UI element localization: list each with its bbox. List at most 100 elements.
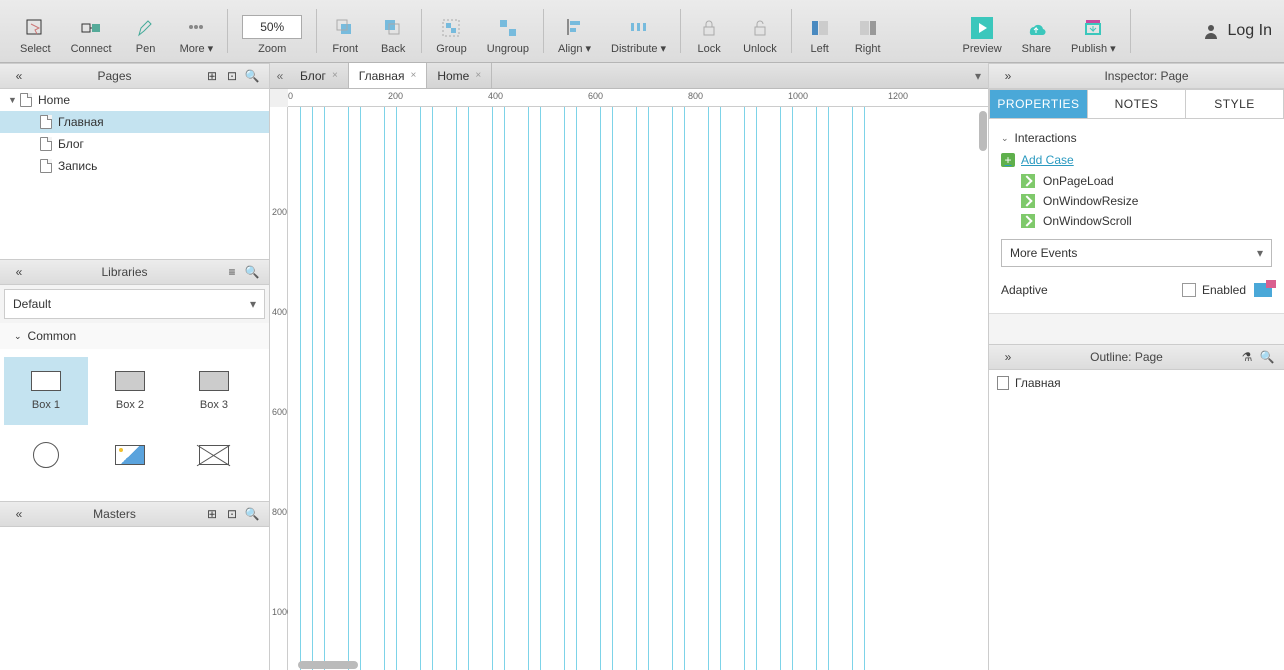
library-section[interactable]: ⌄Common: [0, 323, 269, 349]
close-icon[interactable]: ×: [475, 70, 481, 81]
distribute-tool[interactable]: Distribute ▾: [603, 5, 674, 57]
tab-2[interactable]: Home×: [427, 63, 492, 88]
inspector-header: » Inspector: Page: [989, 63, 1284, 89]
back-tool[interactable]: Back: [371, 5, 415, 57]
tab-notes[interactable]: NOTES: [1087, 89, 1185, 119]
add-page-icon[interactable]: ⊞: [203, 67, 221, 85]
ellipse-icon: [33, 442, 59, 468]
interactions-section[interactable]: ⌄Interactions: [1001, 127, 1272, 149]
front-tool[interactable]: Front: [323, 5, 367, 57]
chevron-down-icon: ▼: [8, 95, 18, 105]
lib-box1[interactable]: Box 1: [4, 357, 88, 425]
tab-label: PROPERTIES: [997, 97, 1079, 111]
pen-tool[interactable]: Pen: [124, 5, 168, 57]
collapse-icon[interactable]: «: [10, 263, 28, 281]
group-tool[interactable]: Group: [428, 5, 475, 57]
event-label: OnWindowResize: [1043, 194, 1138, 208]
ruler-tick: 1200: [888, 91, 908, 101]
zoom-tool[interactable]: 50% Zoom: [234, 5, 310, 57]
lib-box2[interactable]: Box 2: [88, 357, 172, 425]
lib-item-label: Box 2: [116, 399, 144, 411]
distribute-icon: [628, 16, 650, 38]
lock-tool[interactable]: Lock: [687, 5, 731, 57]
collapse-icon[interactable]: »: [999, 348, 1017, 366]
tab-style[interactable]: STYLE: [1185, 89, 1284, 119]
lib-box3[interactable]: Box 3: [172, 357, 256, 425]
event-onwindowresize[interactable]: OnWindowResize: [1001, 191, 1272, 211]
filter-icon[interactable]: ⚗: [1238, 348, 1256, 366]
login-button[interactable]: Log In: [1202, 22, 1272, 40]
tab-properties[interactable]: PROPERTIES: [989, 89, 1087, 119]
collapse-icon[interactable]: «: [10, 67, 28, 85]
tree-item-label: Запись: [58, 159, 97, 173]
tree-item-1[interactable]: Блог: [0, 133, 269, 155]
preview-button[interactable]: Preview: [955, 5, 1010, 57]
library-section-label: Common: [28, 329, 77, 343]
menu-icon[interactable]: ≡: [223, 263, 241, 281]
inspector-tabs: PROPERTIES NOTES STYLE: [989, 89, 1284, 119]
lib-ellipse[interactable]: [4, 425, 88, 493]
ungroup-tool[interactable]: Ungroup: [479, 5, 537, 57]
back-icon: [382, 17, 404, 39]
close-icon[interactable]: ×: [410, 70, 416, 81]
adaptive-label: Adaptive: [1001, 283, 1048, 297]
canvas[interactable]: [288, 107, 988, 670]
lib-placeholder[interactable]: [172, 425, 256, 493]
tab-arrow-left[interactable]: «: [270, 63, 290, 88]
page-icon: [20, 93, 32, 107]
add-case-button[interactable]: + Add Case: [1001, 149, 1272, 171]
add-folder-icon[interactable]: ⊡: [223, 67, 241, 85]
enabled-checkbox[interactable]: [1182, 283, 1196, 297]
connect-tool[interactable]: Connect: [63, 5, 120, 57]
tree-item-2[interactable]: Запись: [0, 155, 269, 177]
add-case-label: Add Case: [1021, 153, 1074, 167]
search-icon[interactable]: 🔍: [243, 67, 261, 85]
scrollbar-vertical[interactable]: [978, 107, 988, 670]
collapse-icon[interactable]: «: [10, 505, 28, 523]
lib-image[interactable]: [88, 425, 172, 493]
event-onwindowscroll[interactable]: OnWindowScroll: [1001, 211, 1272, 231]
box-icon: [31, 371, 61, 391]
tree-item-0[interactable]: Главная: [0, 111, 269, 133]
plus-icon: +: [1001, 153, 1015, 167]
adaptive-icon[interactable]: [1254, 283, 1272, 297]
more-tool[interactable]: More ▾: [172, 5, 222, 57]
select-tool[interactable]: Select: [12, 5, 59, 57]
toolbar: Select Connect Pen More ▾ 50% Zoom Front…: [0, 0, 1284, 63]
tab-arrow-right[interactable]: ▾: [968, 63, 988, 88]
publish-button[interactable]: Publish ▾: [1063, 5, 1124, 57]
right-panel-tool[interactable]: Right: [846, 5, 890, 57]
search-icon[interactable]: 🔍: [243, 263, 261, 281]
add-folder-icon[interactable]: ⊡: [223, 505, 241, 523]
close-icon[interactable]: ×: [332, 70, 338, 81]
masters-title: Masters: [28, 507, 201, 521]
event-label: OnPageLoad: [1043, 174, 1114, 188]
search-icon[interactable]: 🔍: [243, 505, 261, 523]
chevron-down-icon: ▾: [250, 297, 256, 311]
unlock-tool[interactable]: Unlock: [735, 5, 785, 57]
zoom-value[interactable]: 50%: [242, 15, 302, 39]
scrollbar-horizontal[interactable]: [288, 660, 988, 670]
tab-label: STYLE: [1214, 97, 1255, 111]
search-icon[interactable]: 🔍: [1258, 348, 1276, 366]
cloud-icon: [1025, 17, 1047, 39]
group-icon: [440, 17, 462, 39]
tab-0[interactable]: Блог×: [290, 63, 349, 88]
tab-1[interactable]: Главная ×: [349, 63, 428, 88]
add-master-icon[interactable]: ⊞: [203, 505, 221, 523]
right-panel: » Inspector: Page PROPERTIES NOTES STYLE…: [988, 63, 1284, 670]
share-button[interactable]: Share: [1014, 5, 1059, 57]
tree-item-label: Блог: [58, 137, 84, 151]
outline-item[interactable]: Главная: [997, 374, 1276, 392]
align-tool[interactable]: Align ▾: [550, 5, 599, 57]
tree-root[interactable]: ▼Home: [0, 89, 269, 111]
event-onpageload[interactable]: OnPageLoad: [1001, 171, 1272, 191]
lock-icon: [698, 17, 720, 39]
left-panel-tool[interactable]: Left: [798, 5, 842, 57]
more-events-select[interactable]: More Events▾: [1001, 239, 1272, 267]
tab-label: Главная: [359, 69, 405, 83]
library-select-label: Default: [13, 297, 51, 311]
library-select[interactable]: Default ▾: [4, 289, 265, 319]
collapse-icon[interactable]: »: [999, 67, 1017, 85]
front-icon: [334, 17, 356, 39]
